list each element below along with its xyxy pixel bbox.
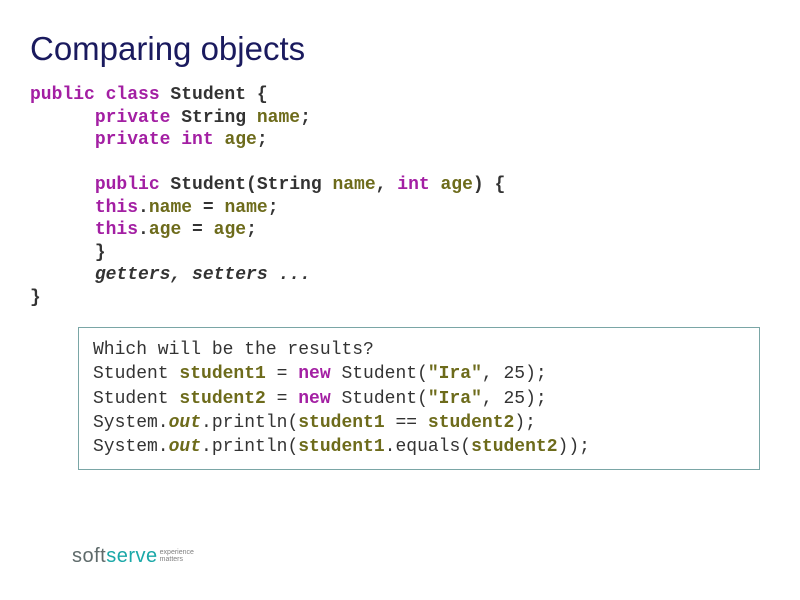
- b1-eq: =: [266, 364, 298, 384]
- b1-var: student1: [179, 364, 265, 384]
- footer-logo: softserveexperiencematters: [72, 545, 194, 568]
- dot-1: .: [138, 198, 149, 218]
- txt-string: String: [170, 108, 256, 128]
- assign-name: name: [224, 198, 267, 218]
- b2-eq: =: [266, 389, 298, 409]
- param-age: age: [441, 175, 473, 195]
- semi-3: ;: [268, 198, 279, 218]
- logo-tagline: experiencematters: [160, 549, 194, 565]
- logo-soft: soft: [72, 545, 106, 567]
- var-age-decl: age: [224, 130, 256, 150]
- question-text: Which will be the results?: [93, 340, 374, 360]
- b4-s2: student2: [471, 437, 557, 457]
- question-box: Which will be the results? Student stude…: [78, 327, 760, 470]
- b3-s1: student1: [298, 413, 384, 433]
- kw-private-1: private: [95, 108, 171, 128]
- slide-title: Comparing objects: [0, 0, 800, 84]
- semi-2: ;: [257, 130, 268, 150]
- close-brace-1: }: [95, 243, 106, 263]
- b1-end: , 25);: [482, 364, 547, 384]
- kw-this-1: this: [95, 198, 138, 218]
- eq-1: =: [192, 198, 224, 218]
- param-name: name: [332, 175, 375, 195]
- close-brace-2: }: [30, 288, 41, 308]
- b2-end: , 25);: [482, 389, 547, 409]
- getters-setters: getters, setters ...: [95, 265, 311, 285]
- b3-println: .println(: [201, 413, 298, 433]
- eq-2: =: [181, 220, 213, 240]
- logo-serve: serve: [106, 545, 157, 567]
- this-age: age: [149, 220, 181, 240]
- txt-student-open: Student {: [160, 85, 268, 105]
- b1-type: Student: [93, 364, 179, 384]
- b2-var: student2: [179, 389, 265, 409]
- b1-call: Student(: [331, 364, 428, 384]
- dot-2: .: [138, 220, 149, 240]
- b1-str: "Ira": [428, 364, 482, 384]
- b3-end: );: [514, 413, 536, 433]
- kw-private-int: private int: [95, 130, 225, 150]
- b3-sys: System.: [93, 413, 169, 433]
- b2-str: "Ira": [428, 389, 482, 409]
- b2-type: Student: [93, 389, 179, 409]
- b4-equals: .equals(: [385, 437, 471, 457]
- kw-int: int: [397, 175, 440, 195]
- b3-eqeq: ==: [385, 413, 428, 433]
- assign-age: age: [214, 220, 246, 240]
- kw-public-ctor: public: [95, 175, 160, 195]
- semi-1: ;: [300, 108, 311, 128]
- b4-println: .println(: [201, 437, 298, 457]
- txt-ctor-1: Student(String: [160, 175, 333, 195]
- b4-sys: System.: [93, 437, 169, 457]
- b2-new: new: [298, 389, 330, 409]
- b4-end: ));: [558, 437, 590, 457]
- b3-s2: student2: [428, 413, 514, 433]
- comma: ,: [376, 175, 398, 195]
- code-block-main: public class Student { private String na…: [0, 84, 800, 309]
- b1-new: new: [298, 364, 330, 384]
- kw-public-class: public class: [30, 85, 160, 105]
- var-name-decl: name: [257, 108, 300, 128]
- ctor-open: ) {: [473, 175, 505, 195]
- b2-call: Student(: [331, 389, 428, 409]
- this-name: name: [149, 198, 192, 218]
- b4-s1: student1: [298, 437, 384, 457]
- semi-4: ;: [246, 220, 257, 240]
- b4-out: out: [169, 437, 201, 457]
- b3-out: out: [169, 413, 201, 433]
- kw-this-2: this: [95, 220, 138, 240]
